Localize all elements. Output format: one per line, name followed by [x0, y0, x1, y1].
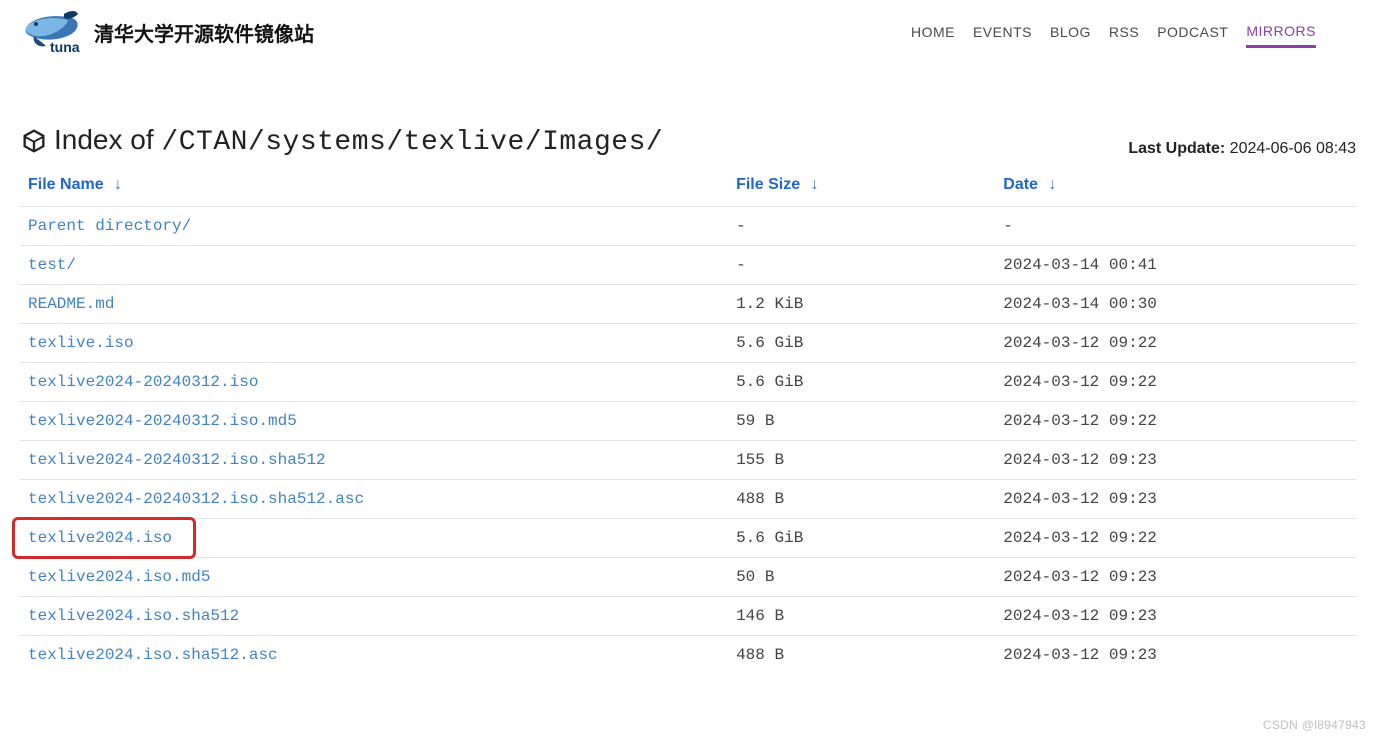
table-row: texlive2024-20240312.iso.sha512 155 B2024…	[20, 441, 1356, 480]
file-date-cell: 2024-03-14 00:30	[995, 285, 1356, 324]
file-link[interactable]: texlive2024-20240312.iso.md5	[28, 412, 297, 430]
file-link[interactable]: texlive2024.iso.md5	[28, 568, 210, 586]
table-row: texlive2024.iso 5.6 GiB2024-03-12 09:22	[20, 519, 1356, 558]
sort-arrow-icon: ↓	[1048, 176, 1056, 193]
file-size-cell: 488 B	[728, 636, 995, 675]
file-name-cell: texlive2024.iso.sha512	[20, 597, 728, 636]
file-name-cell: Parent directory/	[20, 207, 728, 246]
file-link[interactable]: texlive2024-20240312.iso	[28, 373, 258, 391]
col-header-filename[interactable]: File Name ↓	[20, 164, 728, 207]
table-row: README.md 1.2 KiB2024-03-14 00:30	[20, 285, 1356, 324]
file-date-cell: 2024-03-12 09:23	[995, 558, 1356, 597]
table-row: texlive.iso 5.6 GiB2024-03-12 09:22	[20, 324, 1356, 363]
file-table: File Name ↓ File Size ↓ Date ↓ Parent di…	[20, 164, 1356, 674]
last-update-label: Last Update:	[1128, 140, 1225, 157]
file-link[interactable]: texlive2024-20240312.iso.sha512.asc	[28, 490, 364, 508]
file-date-cell: 2024-03-14 00:41	[995, 246, 1356, 285]
file-name-cell: test/	[20, 246, 728, 285]
col-header-filesize[interactable]: File Size ↓	[728, 164, 995, 207]
file-size-cell: 5.6 GiB	[728, 324, 995, 363]
file-name-cell: README.md	[20, 285, 728, 324]
primary-nav: HOME EVENTS BLOG RSS PODCAST MIRRORS	[911, 17, 1316, 48]
file-size-cell: 488 B	[728, 480, 995, 519]
file-name-cell: texlive2024.iso	[20, 519, 728, 558]
table-wrap: File Name ↓ File Size ↓ Date ↓ Parent di…	[20, 164, 1356, 674]
file-size-cell: 5.6 GiB	[728, 363, 995, 402]
file-date-cell: 2024-03-12 09:23	[995, 597, 1356, 636]
file-name-cell: texlive2024-20240312.iso.sha512.asc	[20, 480, 728, 519]
nav-link-blog[interactable]: BLOG	[1050, 18, 1091, 46]
brand: tuna 清华大学开源软件镜像站	[20, 8, 314, 56]
file-link[interactable]: texlive2024.iso.sha512.asc	[28, 646, 278, 664]
file-size-cell: 1.2 KiB	[728, 285, 995, 324]
file-date-cell: 2024-03-12 09:23	[995, 636, 1356, 675]
file-link[interactable]: test/	[28, 256, 76, 274]
file-link[interactable]: texlive2024.iso	[28, 529, 172, 547]
last-update-value: 2024-06-06 08:43	[1230, 140, 1356, 157]
table-row: texlive2024-20240312.iso 5.6 GiB2024-03-1…	[20, 363, 1356, 402]
col-header-date[interactable]: Date ↓	[995, 164, 1356, 207]
site-header: tuna 清华大学开源软件镜像站 HOME EVENTS BLOG RSS PODCAS…	[0, 0, 1376, 64]
file-link[interactable]: texlive.iso	[28, 334, 134, 352]
file-link[interactable]: README.md	[28, 295, 114, 313]
file-date-cell: 2024-03-12 09:23	[995, 480, 1356, 519]
col-header-filesize-label: File Size	[736, 176, 800, 193]
file-size-cell: 50 B	[728, 558, 995, 597]
table-row: test/ -2024-03-14 00:41	[20, 246, 1356, 285]
table-row: texlive2024.iso.md5 50 B2024-03-12 09:23	[20, 558, 1356, 597]
file-date-cell: 2024-03-12 09:22	[995, 363, 1356, 402]
file-date-cell: 2024-03-12 09:22	[995, 324, 1356, 363]
file-link[interactable]: texlive2024.iso.sha512	[28, 607, 239, 625]
index-path: /CTAN/systems/texlive/Images/	[161, 127, 663, 158]
table-row: Parent directory/ --	[20, 207, 1356, 246]
file-size-cell: 5.6 GiB	[728, 519, 995, 558]
index-prefix: Index of	[54, 124, 161, 155]
file-name-cell: texlive2024.iso.md5	[20, 558, 728, 597]
content: Index of /CTAN/systems/texlive/Images/ L…	[0, 124, 1376, 714]
nav-link-mirrors[interactable]: MIRRORS	[1246, 17, 1316, 48]
nav-link-events[interactable]: EVENTS	[973, 18, 1032, 46]
title-row: Index of /CTAN/systems/texlive/Images/ L…	[20, 124, 1356, 158]
table-row: texlive2024.iso.sha512 146 B2024-03-12 09…	[20, 597, 1356, 636]
file-name-cell: texlive2024-20240312.iso.sha512	[20, 441, 728, 480]
file-size-cell: 59 B	[728, 402, 995, 441]
file-name-cell: texlive.iso	[20, 324, 728, 363]
col-header-filename-label: File Name	[28, 176, 104, 193]
svg-text:tuna: tuna	[50, 39, 80, 55]
sort-arrow-icon: ↓	[114, 176, 122, 193]
file-link[interactable]: Parent directory/	[28, 217, 191, 235]
col-header-date-label: Date	[1003, 176, 1038, 193]
nav-link-home[interactable]: HOME	[911, 18, 955, 46]
file-date-cell: 2024-03-12 09:22	[995, 402, 1356, 441]
file-date-cell: 2024-03-12 09:22	[995, 519, 1356, 558]
file-date-cell: -	[995, 207, 1356, 246]
table-row: texlive2024.iso.sha512.asc 488 B2024-03-1…	[20, 636, 1356, 675]
tuna-logo: tuna	[20, 8, 84, 56]
page-title: Index of /CTAN/systems/texlive/Images/	[54, 124, 663, 158]
file-size-cell: 155 B	[728, 441, 995, 480]
file-date-cell: 2024-03-12 09:23	[995, 441, 1356, 480]
file-name-cell: texlive2024-20240312.iso.md5	[20, 402, 728, 441]
file-size-cell: -	[728, 246, 995, 285]
site-title: 清华大学开源软件镜像站	[94, 18, 314, 47]
file-name-cell: texlive2024.iso.sha512.asc	[20, 636, 728, 675]
nav-link-podcast[interactable]: PODCAST	[1157, 18, 1228, 46]
watermark: CSDN @l8947943	[1263, 718, 1366, 732]
last-update: Last Update: 2024-06-06 08:43	[1128, 140, 1356, 158]
nav-link-rss[interactable]: RSS	[1109, 18, 1139, 46]
table-row: texlive2024-20240312.iso.md5 59 B2024-03-…	[20, 402, 1356, 441]
file-size-cell: 146 B	[728, 597, 995, 636]
title-left: Index of /CTAN/systems/texlive/Images/	[20, 124, 663, 158]
file-name-cell: texlive2024-20240312.iso	[20, 363, 728, 402]
file-link[interactable]: texlive2024-20240312.iso.sha512	[28, 451, 326, 469]
package-icon	[20, 127, 48, 155]
table-row: texlive2024-20240312.iso.sha512.asc 488 B…	[20, 480, 1356, 519]
sort-arrow-icon: ↓	[811, 176, 819, 193]
file-size-cell: -	[728, 207, 995, 246]
